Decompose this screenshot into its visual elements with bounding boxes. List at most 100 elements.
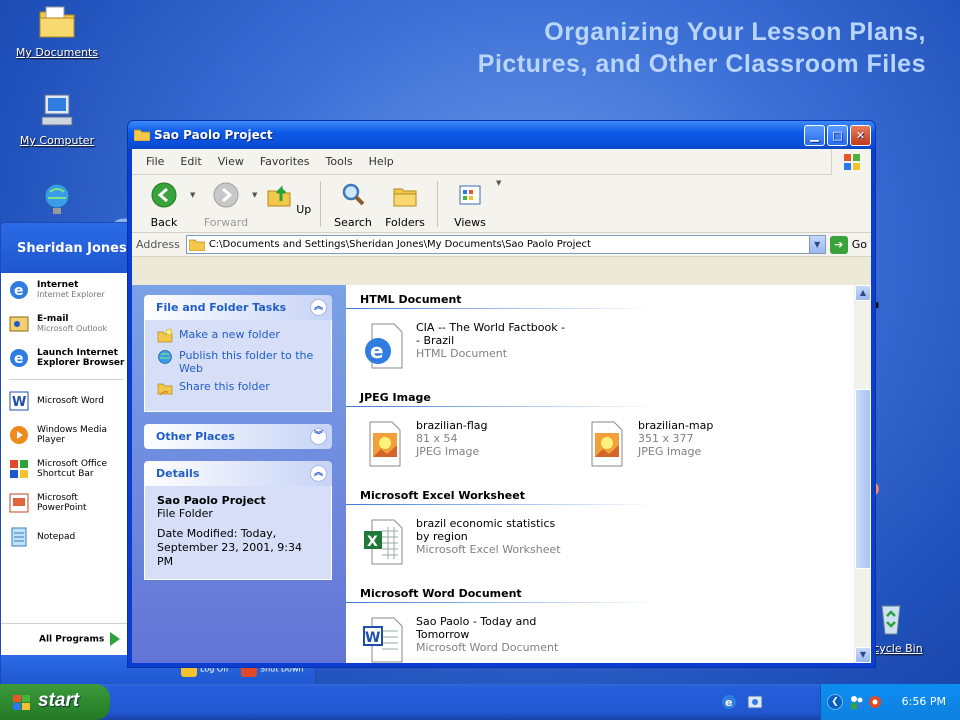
details-header[interactable]: Details ︽ [144, 461, 332, 486]
chevron-down-icon: ▼ [814, 240, 821, 249]
other-places-panel: Other Places ︾ [144, 424, 332, 449]
svg-text:e: e [14, 351, 24, 367]
file-item[interactable]: W Sao Paolo - Today and Tomorrow Microso… [346, 615, 568, 681]
start-item-title: Microsoft PowerPoint [37, 493, 87, 513]
start-menu-item-office-shortcut[interactable]: Microsoft Office Shortcut Bar [1, 452, 131, 486]
search-icon [342, 183, 365, 206]
arrow-right-icon [110, 632, 121, 646]
back-button[interactable]: Back [138, 179, 190, 229]
close-button[interactable]: ✕ [850, 125, 871, 146]
chevron-down-icon[interactable]: ︾ [310, 428, 327, 445]
file-name: brazil economic statistics by region [416, 517, 556, 543]
file-list: HTML Document e CIA -- The World Factboo… [346, 285, 871, 663]
folder-icon [134, 129, 150, 141]
internet-explorer-icon[interactable]: e [720, 693, 738, 711]
minimize-button[interactable]: ▁ [804, 125, 825, 146]
start-menu-item-media-player[interactable]: Windows Media Player [1, 418, 131, 452]
scroll-down-button[interactable]: ▼ [855, 647, 871, 663]
menu-favorites[interactable]: Favorites [252, 155, 318, 168]
outlook-express-icon[interactable] [746, 693, 764, 711]
chevron-up-icon[interactable]: ︽ [310, 465, 327, 482]
menu-tools[interactable]: Tools [318, 155, 361, 168]
start-button[interactable]: start [0, 684, 110, 720]
windows-flag-icon [844, 154, 860, 170]
window-titlebar[interactable]: Sao Paolo Project ▁ □ ✕ [128, 121, 875, 149]
back-dropdown[interactable]: ▼ [190, 179, 200, 199]
svg-text:X: X [367, 534, 378, 550]
start-menu-item-powerpoint[interactable]: Microsoft PowerPoint [1, 486, 131, 520]
scroll-thumb[interactable] [855, 389, 871, 569]
back-arrow-icon [151, 182, 177, 208]
tray-expand-button[interactable]: ❮ [827, 694, 843, 710]
file-item[interactable]: e CIA -- The World Factbook -- Brazil HT… [346, 321, 568, 387]
vertical-scrollbar[interactable]: ▲ ▼ [854, 285, 871, 663]
jpeg-image-icon [591, 421, 623, 467]
minimize-icon: ▁ [810, 129, 819, 142]
other-places-header[interactable]: Other Places ︾ [144, 424, 332, 449]
globe-icon [158, 350, 172, 364]
chevron-up-icon[interactable]: ︽ [310, 299, 327, 316]
toolbar: Back ▼ Forward ▼ Up Search Folders Views… [132, 175, 871, 233]
address-dropdown-button[interactable]: ▼ [808, 236, 825, 253]
start-item-title: Microsoft Office Shortcut Bar [37, 459, 108, 479]
start-menu-item-email[interactable]: E-mail Microsoft Outlook [1, 307, 131, 341]
search-button[interactable]: Search [327, 179, 379, 229]
task-publish-folder[interactable]: Publish this folder to the Web [157, 349, 321, 375]
maximize-button[interactable]: □ [827, 125, 848, 146]
scroll-up-button[interactable]: ▲ [855, 285, 871, 301]
folders-button[interactable]: Folders [379, 179, 431, 229]
menu-help[interactable]: Help [361, 155, 402, 168]
views-button[interactable]: Views [444, 179, 496, 229]
go-button[interactable]: ➔ Go [829, 235, 867, 254]
file-folder-tasks-header[interactable]: File and Folder Tasks ︽ [144, 295, 332, 320]
file-type: JPEG Image [638, 445, 702, 458]
start-menu-separator [9, 379, 123, 380]
slide-title-line2: Pictures, and Other Classroom Files [477, 50, 926, 78]
html-document-icon: e [365, 323, 403, 369]
desktop-icon-network[interactable] [12, 180, 102, 222]
users-icon[interactable] [849, 694, 865, 710]
start-menu-item-notepad[interactable]: Notepad [1, 520, 131, 554]
window-body: File Edit View Favorites Tools Help Back… [132, 149, 871, 663]
antivirus-icon[interactable] [867, 694, 883, 710]
task-link-label: Share this folder [179, 380, 270, 393]
address-input[interactable]: C:\Documents and Settings\Sheridan Jones… [185, 235, 826, 254]
media-player-icon [10, 426, 28, 444]
views-icon [459, 185, 481, 205]
file-item[interactable]: X brazil economic statistics by region M… [346, 517, 568, 583]
panel-title: File and Folder Tasks [156, 301, 287, 314]
views-label: Views [454, 216, 486, 229]
start-menu-item-launch-ie[interactable]: e Launch Internet Explorer Browser [1, 341, 131, 375]
task-share-folder[interactable]: Share this folder [157, 380, 321, 396]
all-programs-button[interactable]: All Programs [1, 623, 131, 653]
up-button[interactable]: Up [262, 179, 314, 216]
views-dropdown[interactable]: ▼ [496, 179, 506, 187]
file-item[interactable]: brazilian-flag 81 x 54 JPEG Image [346, 419, 568, 485]
window-title: Sao Paolo Project [154, 128, 273, 142]
desktop-icon-label: My Computer [19, 134, 95, 147]
up-label: Up [296, 203, 312, 216]
forward-dropdown[interactable]: ▼ [252, 179, 262, 199]
start-menu-item-word[interactable]: W Microsoft Word [1, 384, 131, 418]
desktop-icon-my-computer[interactable]: My Computer [12, 92, 102, 147]
file-item[interactable]: brazilian-map 351 x 377 JPEG Image [568, 419, 790, 485]
details-body: Sao Paolo Project File Folder Date Modif… [144, 486, 332, 580]
file-folder-tasks-body: Make a new folder Publish this folder to… [144, 320, 332, 412]
desktop-icon-my-documents[interactable]: My Documents [12, 4, 102, 59]
menu-file[interactable]: File [138, 155, 172, 168]
group-items: e CIA -- The World Factbook -- Brazil HT… [346, 309, 871, 387]
forward-button[interactable]: Forward [200, 179, 252, 229]
search-label: Search [334, 216, 372, 229]
menu-view[interactable]: View [210, 155, 252, 168]
slide-title: Organizing Your Lesson Plans, Pictures, … [478, 16, 926, 80]
recycle-bin-icon [881, 605, 901, 635]
start-item-sub: Internet Explorer [37, 290, 105, 299]
windows-flag-icon [13, 695, 30, 710]
taskbar: start e ❮ 6:56 PM [0, 684, 960, 720]
svg-text:e: e [370, 339, 384, 363]
start-menu-item-internet[interactable]: e Internet Internet Explorer [1, 273, 131, 307]
menu-edit[interactable]: Edit [172, 155, 209, 168]
task-make-new-folder[interactable]: Make a new folder [157, 328, 321, 344]
file-type: HTML Document [416, 347, 508, 360]
folder-icon [188, 239, 205, 251]
